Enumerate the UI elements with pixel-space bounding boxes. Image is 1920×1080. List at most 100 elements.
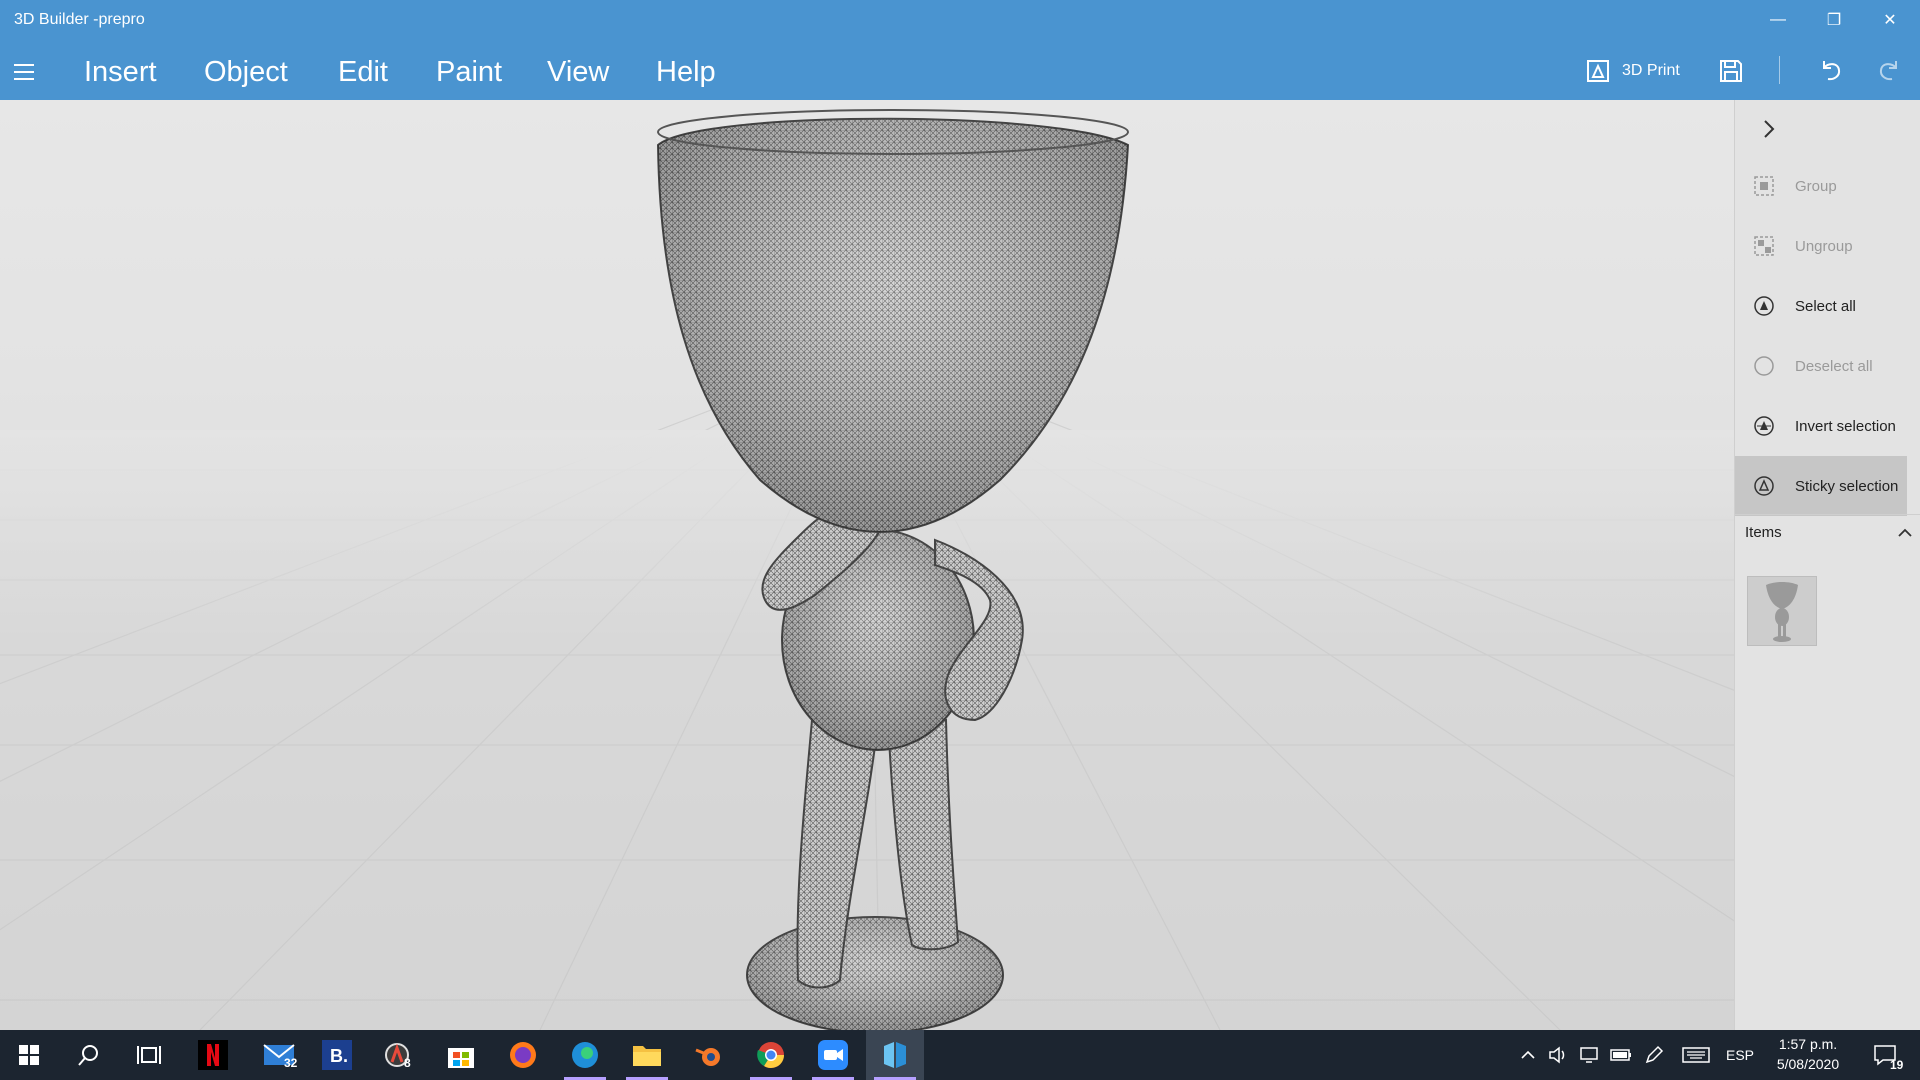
speaker-icon	[1549, 1046, 1565, 1064]
select-all-button[interactable]: Select all	[1735, 276, 1907, 336]
item-thumbnail[interactable]	[1747, 576, 1817, 646]
clock[interactable]: 1:57 p.m. 5/08/2020	[1770, 1034, 1846, 1074]
task-view-button[interactable]	[120, 1030, 178, 1080]
items-label: Items	[1745, 524, 1782, 541]
save-icon	[1720, 60, 1742, 82]
model-thumbnail-icon	[1766, 582, 1798, 642]
app-badge: 8	[404, 1056, 411, 1070]
selection-panel: Group Ungroup Select all Deselect all In…	[1734, 100, 1920, 1030]
blender-icon	[695, 1048, 720, 1066]
redo-button[interactable]	[1872, 52, 1906, 88]
zoom-app[interactable]	[804, 1030, 862, 1080]
blender-app[interactable]	[680, 1030, 738, 1080]
3d-print-button[interactable]: 3D Print	[1586, 54, 1680, 88]
undo-button[interactable]	[1814, 52, 1848, 88]
menu-insert[interactable]: Insert	[84, 50, 157, 94]
pen-button[interactable]	[1644, 1030, 1664, 1080]
windows-icon	[19, 1045, 39, 1065]
pen-icon	[1645, 1045, 1664, 1064]
select-all-icon	[1751, 293, 1777, 319]
language-indicator[interactable]: ESP	[1726, 1030, 1754, 1080]
store-app[interactable]	[432, 1030, 490, 1080]
chevron-right-icon	[1764, 120, 1775, 138]
title-bar: 3D Builder -prepro — ❐ ✕ Insert Object E…	[0, 0, 1920, 100]
minimize-button[interactable]: —	[1750, 0, 1806, 40]
group-label: Group	[1795, 177, 1837, 195]
store-icon	[448, 1048, 474, 1068]
clock-time: 1:57 p.m.	[1778, 1036, 1838, 1052]
svg-text:B.: B.	[330, 1046, 348, 1066]
invert-selection-icon	[1751, 413, 1777, 439]
ungroup-icon	[1751, 233, 1777, 259]
booking-app[interactable]: B.	[308, 1030, 366, 1080]
chevron-up-icon	[1521, 1050, 1535, 1059]
ungroup-label: Ungroup	[1795, 237, 1853, 255]
chevron-up-icon	[1898, 528, 1912, 537]
start-button[interactable]	[0, 1030, 58, 1080]
search-icon	[78, 1045, 98, 1066]
undo-icon	[1823, 61, 1841, 81]
folder-icon	[633, 1046, 661, 1066]
invert-selection-label: Invert selection	[1795, 417, 1896, 435]
deselect-all-icon	[1751, 353, 1777, 379]
keyboard-icon	[1682, 1047, 1710, 1063]
menu-object[interactable]: Object	[204, 50, 288, 94]
edge-icon	[572, 1042, 598, 1068]
firefox-icon	[510, 1042, 536, 1068]
action-center-button[interactable]: 19	[1856, 1030, 1914, 1080]
group-icon	[1751, 173, 1777, 199]
deselect-all-button[interactable]: Deselect all	[1735, 336, 1907, 396]
chrome-icon	[757, 1042, 785, 1069]
sticky-selection-icon	[1751, 473, 1777, 499]
3d-builder-icon	[884, 1042, 906, 1068]
notification-badge: 19	[1890, 1058, 1904, 1072]
mail-app[interactable]: 32	[250, 1030, 308, 1080]
clock-date: 5/08/2020	[1776, 1056, 1840, 1072]
3d-print-label: 3D Print	[1622, 62, 1680, 79]
app-with-badge[interactable]: 8	[370, 1030, 428, 1080]
invert-selection-button[interactable]: Invert selection	[1735, 396, 1907, 456]
menu-paint[interactable]: Paint	[436, 50, 502, 94]
menu-help[interactable]: Help	[656, 50, 716, 94]
maximize-button[interactable]: ❐	[1806, 0, 1862, 40]
network-button[interactable]	[1578, 1030, 1600, 1080]
app-title: 3D Builder -prepro	[14, 11, 145, 28]
menu-edit[interactable]: Edit	[338, 50, 388, 94]
search-button[interactable]	[60, 1030, 118, 1080]
items-section-header[interactable]: Items	[1745, 524, 1913, 541]
battery-icon	[1610, 1049, 1631, 1061]
menu-view[interactable]: View	[547, 50, 609, 94]
netflix-icon	[198, 1040, 228, 1070]
ungroup-button[interactable]: Ungroup	[1735, 216, 1907, 276]
group-button[interactable]: Group	[1735, 156, 1907, 216]
save-button[interactable]	[1716, 54, 1746, 88]
3d-viewport[interactable]	[0, 100, 1734, 1030]
3d-builder-app[interactable]	[866, 1030, 924, 1080]
sticky-selection-button[interactable]: Sticky selection	[1735, 456, 1907, 516]
firefox-app[interactable]	[494, 1030, 552, 1080]
volume-button[interactable]	[1548, 1030, 1568, 1080]
close-button[interactable]: ✕	[1862, 0, 1918, 40]
collapse-panel-button[interactable]	[1757, 114, 1781, 144]
sticky-selection-label: Sticky selection	[1795, 477, 1899, 495]
network-icon	[1580, 1047, 1598, 1063]
task-view-icon	[137, 1046, 161, 1064]
touch-keyboard-button[interactable]	[1682, 1030, 1710, 1080]
edge-app[interactable]	[556, 1030, 614, 1080]
video-camera-icon	[818, 1040, 848, 1070]
select-all-label: Select all	[1795, 297, 1856, 315]
print-icon	[1587, 60, 1609, 82]
netflix-app[interactable]	[184, 1030, 242, 1080]
toolbar-divider	[1779, 56, 1780, 84]
show-hidden-icons[interactable]	[1520, 1030, 1536, 1080]
battery-button[interactable]	[1610, 1030, 1632, 1080]
deselect-all-label: Deselect all	[1795, 357, 1873, 375]
chrome-app[interactable]	[742, 1030, 800, 1080]
file-explorer-app[interactable]	[618, 1030, 676, 1080]
booking-icon: B.	[322, 1040, 352, 1070]
redo-icon	[1879, 61, 1897, 81]
hamburger-menu-icon[interactable]	[14, 60, 42, 84]
taskbar: 32 B. 8 ESP 1:57 p.m. 5/08/2020 19	[0, 1030, 1920, 1080]
mail-badge: 32	[284, 1056, 298, 1070]
scene-canvas[interactable]	[0, 100, 1734, 1030]
